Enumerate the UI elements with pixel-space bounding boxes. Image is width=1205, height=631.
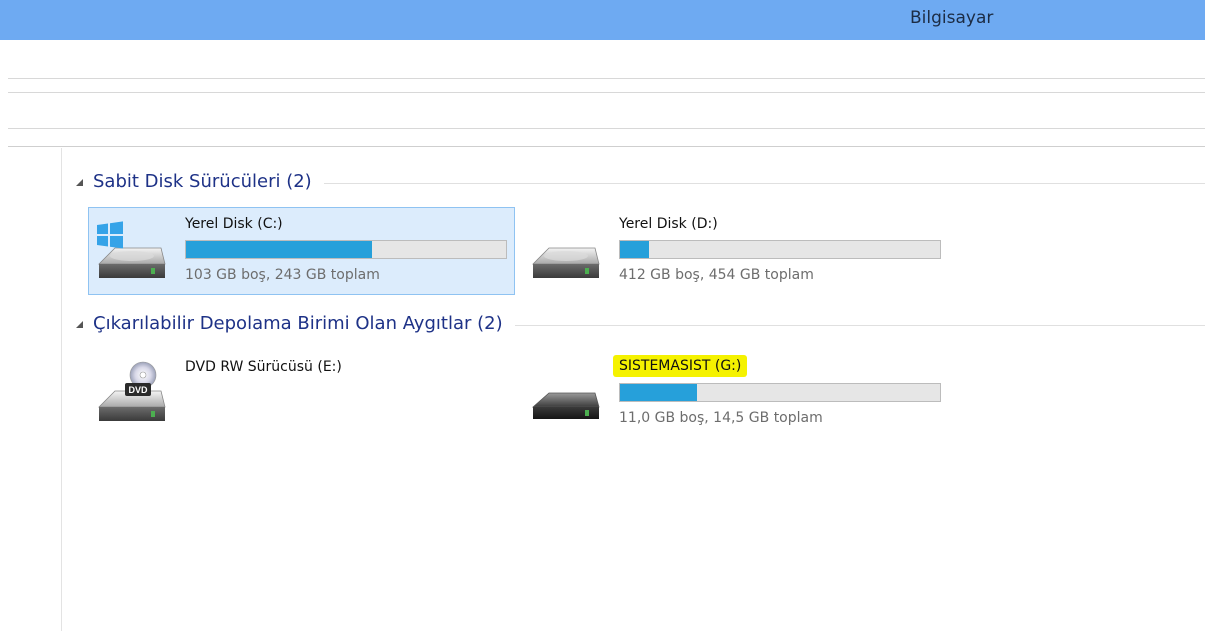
drive-free-space: 103 GB boş, 243 GB toplam <box>185 267 380 283</box>
group-header-hard-disks[interactable]: Sabit Disk Sürücüleri (2) <box>76 168 1205 194</box>
toolbar-divider <box>8 92 1205 93</box>
group-label: Sabit Disk Sürücüleri (2) <box>93 170 312 192</box>
drive-usage-bar <box>619 240 941 259</box>
drive-usage-bar <box>185 240 507 259</box>
content-top-divider <box>8 146 1205 147</box>
windows-system-drive-icon <box>97 221 166 278</box>
toolbar-divider <box>8 78 1205 79</box>
drive-name: SISTEMASIST (G:) <box>613 355 748 377</box>
navigation-pane-divider[interactable] <box>61 148 62 631</box>
group-divider <box>514 324 1205 326</box>
drive-tile-c[interactable]: Yerel Disk (C:) 103 GB boş, 243 GB topla… <box>88 207 515 295</box>
drive-name: Yerel Disk (D:) <box>619 216 718 232</box>
drive-tile-g[interactable]: SISTEMASIST (G:) 11,0 GB boş, 14,5 GB to… <box>522 350 949 438</box>
collapse-triangle-icon[interactable] <box>76 320 83 328</box>
hard-drive-icon <box>532 247 600 278</box>
drive-free-space: 412 GB boş, 454 GB toplam <box>619 267 814 283</box>
group-label: Çıkarılabilir Depolama Birimi Olan Aygıt… <box>93 312 503 334</box>
dvd-drive-icon: DVD <box>98 361 166 421</box>
usb-drive-icon <box>531 392 600 419</box>
group-divider <box>323 182 1205 184</box>
drive-tile-d[interactable]: Yerel Disk (D:) 412 GB boş, 454 GB topla… <box>522 207 949 295</box>
svg-text:DVD: DVD <box>128 385 148 395</box>
window-title: Bilgisayar <box>910 8 994 28</box>
drive-usage-fill <box>186 241 372 258</box>
drive-free-space: 11,0 GB boş, 14,5 GB toplam <box>619 410 823 426</box>
drive-usage-fill <box>620 384 697 401</box>
group-header-removable[interactable]: Çıkarılabilir Depolama Birimi Olan Aygıt… <box>76 310 1205 336</box>
drive-usage-fill <box>620 241 649 258</box>
toolbar-divider <box>8 128 1205 129</box>
drive-usage-bar <box>619 383 941 402</box>
title-bar: Bilgisayar <box>0 0 1205 40</box>
drive-tile-e[interactable]: DVD DVD RW Sürücüsü (E:) <box>88 350 515 438</box>
collapse-triangle-icon[interactable] <box>76 178 83 186</box>
drive-name: Yerel Disk (C:) <box>185 216 283 232</box>
drive-name: DVD RW Sürücüsü (E:) <box>185 359 342 375</box>
